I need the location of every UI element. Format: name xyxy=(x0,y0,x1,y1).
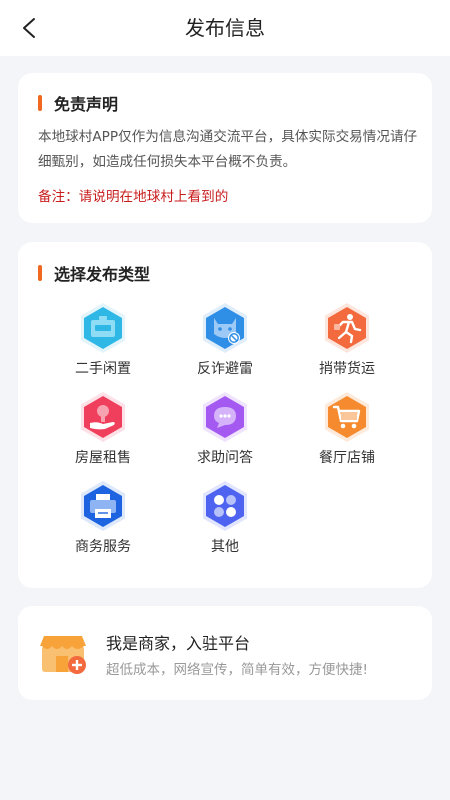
type-anti-fraud[interactable]: 反诈避雷 xyxy=(170,302,280,382)
type-label: 其他 xyxy=(211,539,239,555)
type-delivery[interactable]: 捎带货运 xyxy=(292,302,402,382)
merchant-join-card[interactable]: 我是商家，入驻平台 超低成本，网络宣传，简单有效，方便快捷! xyxy=(18,606,432,700)
type-other[interactable]: 其他 xyxy=(170,480,280,560)
disclaimer-text: 本地球村APP仅作为信息沟通交流平台，具体实际交易情况请仔细甄别，如造成任何损失… xyxy=(38,129,418,170)
delivery-runner-icon xyxy=(325,303,369,353)
house-hand-icon xyxy=(81,392,125,442)
merchant-subtitle: 超低成本，网络宣传，简单有效，方便快捷! xyxy=(106,662,368,678)
printer-icon xyxy=(81,481,125,531)
storefront-plus-icon xyxy=(40,636,86,674)
accent-bar xyxy=(38,265,42,281)
type-business[interactable]: 商务服务 xyxy=(48,480,158,560)
type-label: 餐厅店铺 xyxy=(319,450,375,466)
type-secondhand[interactable]: 二手闲置 xyxy=(48,302,158,382)
type-restaurant-shop[interactable]: 餐厅店铺 xyxy=(292,391,402,471)
type-housing[interactable]: 房屋租售 xyxy=(48,391,158,471)
disclaimer-card: 免责声明 本地球村APP仅作为信息沟通交流平台，具体实际交易情况请仔细甄别，如造… xyxy=(18,73,432,223)
disclaimer-note: 备注：请说明在地球村上看到的 xyxy=(38,189,229,205)
type-label: 商务服务 xyxy=(75,539,131,555)
publish-type-card: 选择发布类型 二手闲置 反诈避雷 捎带货运 房屋租售 求助问答 餐厅店铺 商务服… xyxy=(18,242,432,588)
type-label: 二手闲置 xyxy=(75,361,131,377)
shopping-cart-icon xyxy=(325,392,369,442)
disclaimer-heading: 免责声明 xyxy=(38,93,119,114)
type-label: 房屋租售 xyxy=(75,450,131,466)
chat-bubble-icon xyxy=(203,392,247,442)
anti-fraud-icon xyxy=(203,303,247,353)
disclaimer-title: 免责声明 xyxy=(54,95,119,114)
publish-type-title: 选择发布类型 xyxy=(54,265,151,284)
type-help-qa[interactable]: 求助问答 xyxy=(170,391,280,471)
type-label: 反诈避雷 xyxy=(197,361,253,377)
type-label: 捎带货运 xyxy=(319,361,375,377)
four-petal-icon xyxy=(203,481,247,531)
secondhand-icon xyxy=(81,303,125,353)
page-title: 发布信息 xyxy=(185,16,265,40)
type-label: 求助问答 xyxy=(197,450,253,466)
publish-type-heading: 选择发布类型 xyxy=(38,263,151,284)
accent-bar xyxy=(38,95,42,111)
navbar: 发布信息 xyxy=(0,0,450,56)
merchant-title: 我是商家，入驻平台 xyxy=(106,634,251,653)
